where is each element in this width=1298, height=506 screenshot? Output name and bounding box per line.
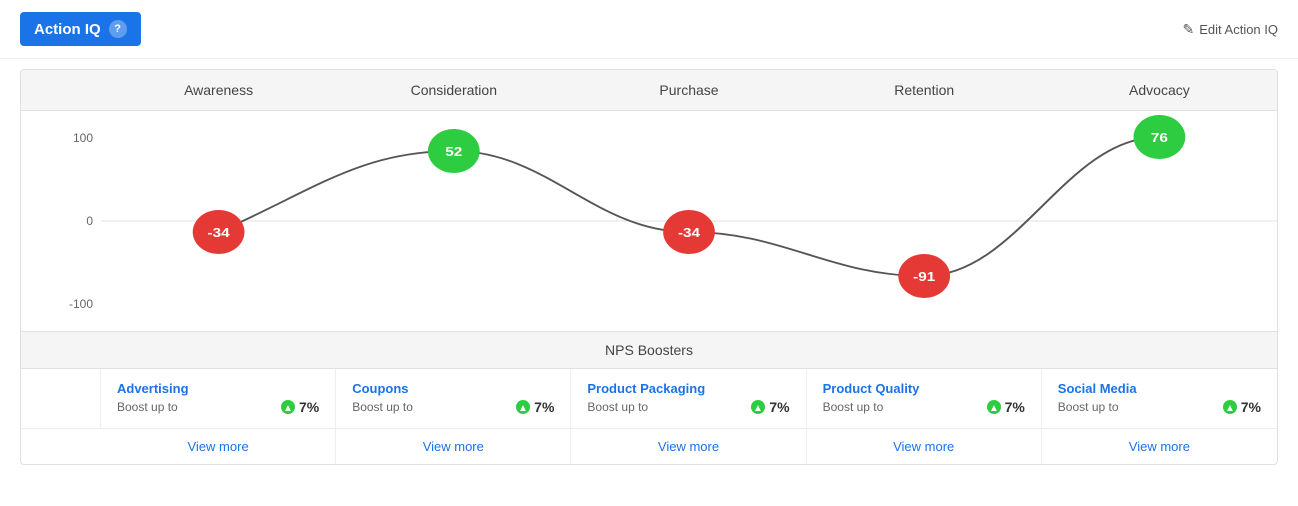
app-title-label: Action IQ <box>34 21 101 38</box>
booster-name-product-quality: Product Quality <box>823 381 1025 396</box>
main-content: Awareness Consideration Purchase Retenti… <box>0 59 1298 465</box>
stage-purchase: Purchase <box>571 70 806 110</box>
stage-retention: Retention <box>807 70 1042 110</box>
svg-text:52: 52 <box>445 145 462 160</box>
booster-empty-cell <box>21 369 101 428</box>
booster-social-media: Social Media Boost up to ▲ 7% <box>1042 369 1277 428</box>
stage-advocacy: Advocacy <box>1042 70 1277 110</box>
booster-percent-product-quality: ▲ 7% <box>987 398 1025 416</box>
booster-name-social-media: Social Media <box>1058 381 1261 396</box>
booster-row-product-quality: Boost up to ▲ 7% <box>823 398 1025 416</box>
view-more-link-purchase[interactable]: View more <box>658 439 719 454</box>
booster-label-coupons: Boost up to <box>352 400 413 414</box>
axis-label-empty <box>21 70 101 110</box>
stage-awareness: Awareness <box>101 70 336 110</box>
y-axis: 100 0 -100 <box>21 111 101 331</box>
edit-label: Edit Action IQ <box>1199 22 1278 37</box>
svg-text:76: 76 <box>1151 131 1168 146</box>
booster-pct-advertising: 7% <box>299 399 319 415</box>
boosters-grid: Advertising Boost up to ▲ 7% Coupons Boo… <box>21 369 1277 428</box>
booster-percent-advertising: ▲ 7% <box>281 398 319 416</box>
app-header: Action IQ ? ✎ Edit Action IQ <box>0 0 1298 59</box>
boosters-title: NPS Boosters <box>605 342 693 358</box>
booster-pct-social-media: 7% <box>1241 399 1261 415</box>
up-arrow-social-media: ▲ <box>1223 398 1237 416</box>
help-icon[interactable]: ? <box>109 20 127 38</box>
view-more-link-advocacy[interactable]: View more <box>1129 439 1190 454</box>
boosters-header: NPS Boosters <box>21 331 1277 369</box>
booster-label-product-quality: Boost up to <box>823 400 884 414</box>
up-arrow-advertising: ▲ <box>281 398 295 416</box>
app-title-button[interactable]: Action IQ ? <box>20 12 141 46</box>
svg-text:-34: -34 <box>678 226 700 241</box>
view-more-consideration[interactable]: View more <box>336 429 571 464</box>
booster-name-advertising: Advertising <box>117 381 319 396</box>
view-more-row: View more View more View more View more … <box>21 428 1277 464</box>
svg-text:▲: ▲ <box>1225 403 1235 414</box>
booster-percent-product-packaging: ▲ 7% <box>751 398 789 416</box>
booster-pct-product-quality: 7% <box>1005 399 1025 415</box>
svg-text:-34: -34 <box>208 226 230 241</box>
y-mid: 0 <box>86 214 93 228</box>
booster-label-social-media: Boost up to <box>1058 400 1119 414</box>
line-chart: -34 52 -34 -91 76 <box>101 111 1277 331</box>
view-more-link-awareness[interactable]: View more <box>188 439 249 454</box>
stage-consideration: Consideration <box>336 70 571 110</box>
up-arrow-coupons: ▲ <box>516 398 530 416</box>
y-bottom: -100 <box>69 297 93 311</box>
booster-row-social-media: Boost up to ▲ 7% <box>1058 398 1261 416</box>
up-arrow-product-quality: ▲ <box>987 398 1001 416</box>
y-top: 100 <box>73 131 93 145</box>
booster-product-quality: Product Quality Boost up to ▲ 7% <box>807 369 1042 428</box>
view-more-purchase[interactable]: View more <box>571 429 806 464</box>
booster-percent-coupons: ▲ 7% <box>516 398 554 416</box>
booster-product-packaging: Product Packaging Boost up to ▲ 7% <box>571 369 806 428</box>
stages-header: Awareness Consideration Purchase Retenti… <box>21 70 1277 111</box>
up-arrow-product-packaging: ▲ <box>751 398 765 416</box>
booster-row-advertising: Boost up to ▲ 7% <box>117 398 319 416</box>
booster-pct-coupons: 7% <box>534 399 554 415</box>
chart-area: 100 0 -100 -34 52 <box>21 111 1277 331</box>
svg-text:▲: ▲ <box>518 403 528 414</box>
booster-row-coupons: Boost up to ▲ 7% <box>352 398 554 416</box>
view-more-empty <box>21 429 101 464</box>
booster-advertising: Advertising Boost up to ▲ 7% <box>101 369 336 428</box>
svg-text:-91: -91 <box>913 270 935 285</box>
view-more-link-retention[interactable]: View more <box>893 439 954 454</box>
svg-text:▲: ▲ <box>989 403 999 414</box>
view-more-retention[interactable]: View more <box>807 429 1042 464</box>
booster-name-coupons: Coupons <box>352 381 554 396</box>
booster-coupons: Coupons Boost up to ▲ 7% <box>336 369 571 428</box>
view-more-advocacy[interactable]: View more <box>1042 429 1277 464</box>
chart-container: Awareness Consideration Purchase Retenti… <box>20 69 1278 465</box>
booster-pct-product-packaging: 7% <box>769 399 789 415</box>
svg-text:▲: ▲ <box>283 403 293 414</box>
booster-label-advertising: Boost up to <box>117 400 178 414</box>
edit-icon: ✎ <box>1183 21 1195 38</box>
view-more-link-consideration[interactable]: View more <box>423 439 484 454</box>
booster-percent-social-media: ▲ 7% <box>1223 398 1261 416</box>
booster-label-product-packaging: Boost up to <box>587 400 648 414</box>
booster-name-product-packaging: Product Packaging <box>587 381 789 396</box>
view-more-awareness[interactable]: View more <box>101 429 336 464</box>
svg-text:▲: ▲ <box>753 403 763 414</box>
edit-action-iq-link[interactable]: ✎ Edit Action IQ <box>1183 21 1279 38</box>
booster-row-product-packaging: Boost up to ▲ 7% <box>587 398 789 416</box>
